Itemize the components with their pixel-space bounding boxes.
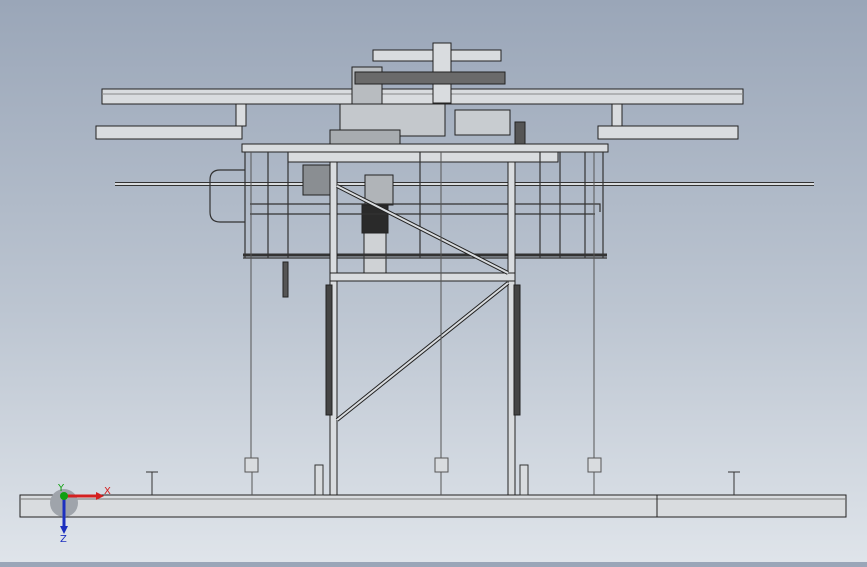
y-axis-label: Y — [58, 483, 65, 494]
railing[interactable] — [209, 152, 607, 259]
graphics-viewport[interactable]: X Y Z — [0, 0, 867, 562]
x-axis-label: X — [104, 486, 111, 497]
z-axis-label: Z — [60, 534, 67, 545]
model-view[interactable] — [0, 0, 867, 562]
main-frame[interactable] — [282, 161, 521, 496]
base-plate[interactable] — [19, 494, 847, 518]
